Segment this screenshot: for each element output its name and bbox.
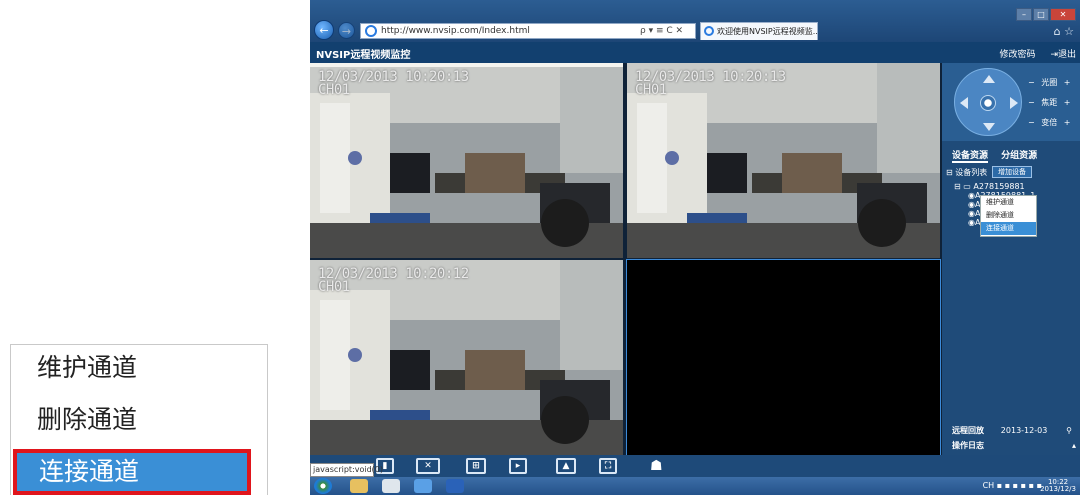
folder-icon[interactable]	[350, 479, 368, 493]
iris-label: 光圈	[1041, 78, 1058, 87]
app-title: NVSIP远程视频监控	[316, 50, 411, 61]
iris-minus-button[interactable]: −	[1028, 78, 1035, 87]
ie-logo-icon	[365, 25, 377, 37]
system-tray[interactable]: CH ▪ ▪ ▪ ▪ ▪ ▪	[983, 481, 1042, 490]
device-name: A278159881	[973, 182, 1025, 191]
zoom-menu-item-connect-channel[interactable]: 连接通道	[13, 449, 251, 495]
app-taskbar-icon[interactable]	[446, 479, 464, 493]
video-cell-4-empty[interactable]	[626, 259, 941, 456]
forward-button[interactable]: →	[338, 22, 355, 39]
status-bar: javascript:void(0)	[310, 463, 383, 477]
address-bar-tools[interactable]: ρ ▾ ≡ C ✕	[640, 23, 696, 39]
fullscreen-icon[interactable]: ⛶	[599, 458, 617, 474]
video-toolbar: ▮ ✕ ⊞ ▸ ▲ ⛶ ☗	[310, 455, 1080, 477]
remote-playback-label: 远程回放	[952, 426, 984, 435]
app-header: NVSIP远程视频监控 修改密码 ⇥退出	[310, 42, 1080, 63]
ptz-center-button[interactable]	[980, 95, 996, 111]
context-menu: 维护通道 删除通道 连接通道	[980, 195, 1037, 237]
zoom-label: 变倍	[1041, 118, 1058, 127]
video-overlay: 12/03/2013 10:20:13 CH01	[318, 70, 469, 98]
video-grid: 12/03/2013 10:20:13 CH01 12/03/2013 10:2…	[310, 63, 942, 456]
menu-item-maintain-channel[interactable]: 维护通道	[981, 196, 1036, 209]
language-indicator: CH	[982, 481, 995, 490]
tab-group-resources[interactable]: 分组资源	[1001, 151, 1037, 161]
menu-item-connect-channel[interactable]: 连接通道	[981, 222, 1036, 235]
ptz-control: − 光圈 + − 焦距 + − 变倍 +	[942, 63, 1080, 141]
change-password-link[interactable]: 修改密码	[1000, 50, 1036, 60]
browser-chrome: – □ ✕ ← → http://www.nvsip.com/Index.html …	[310, 0, 1080, 42]
arrow-down-icon[interactable]	[983, 123, 995, 131]
video-cell-3[interactable]: 12/03/2013 10:20:12 CH01	[310, 260, 623, 455]
ptz-iris-row: − 光圈 +	[1028, 77, 1080, 88]
add-device-button[interactable]: 增加设备	[992, 166, 1032, 178]
remote-playback-row[interactable]: 远程回放 2013-12-03 ⚲	[942, 423, 1080, 438]
playback-icon[interactable]: ▸	[509, 458, 527, 474]
zoom-menu-item-delete-channel[interactable]: 删除通道	[11, 397, 267, 443]
channel-label: CH01	[318, 82, 350, 98]
browser-tab[interactable]: 欢迎使用NVSIP远程视频监...	[700, 22, 818, 40]
ptz-focus-row: − 焦距 +	[1028, 97, 1080, 108]
minimize-button[interactable]: –	[1016, 8, 1032, 21]
start-button-icon[interactable]	[314, 478, 332, 494]
windows-taskbar: CH ▪ ▪ ▪ ▪ ▪ ▪ 10:22 2013/12/3	[310, 477, 1080, 495]
users-icon[interactable]: ☗	[650, 458, 663, 474]
focus-minus-button[interactable]: −	[1028, 98, 1035, 107]
panel-bottom-rows: 远程回放 2013-12-03 ⚲ 操作日志 ▴	[942, 423, 1080, 453]
close-all-icon[interactable]: ✕	[416, 458, 440, 474]
arrow-up-icon[interactable]	[983, 75, 995, 83]
zoom-plus-button[interactable]: +	[1064, 118, 1071, 127]
menu-item-delete-channel[interactable]: 删除通道	[981, 209, 1036, 222]
clock[interactable]: 10:22 2013/12/3	[1040, 479, 1076, 493]
back-button[interactable]: ←	[314, 20, 334, 40]
url-text: http://www.nvsip.com/Index.html	[381, 26, 530, 36]
arrow-left-icon[interactable]	[960, 97, 968, 109]
control-panel: − 光圈 + − 焦距 + − 变倍 + 设备资源 分组资源 ⊟ 设备列表 ⊟ …	[942, 63, 1080, 455]
logout-icon: ⇥	[1050, 50, 1058, 60]
search-icon[interactable]: ⚲	[1066, 423, 1072, 438]
video-cell-1[interactable]: 12/03/2013 10:20:13 CH01	[310, 63, 623, 258]
ptz-zoom-row: − 变倍 +	[1028, 117, 1080, 128]
ie-tab-icon	[704, 26, 714, 36]
tree-device-node[interactable]: ⊟ ▭ A278159881	[954, 182, 1078, 191]
monitor-icon: ▭	[963, 182, 971, 191]
tab-title: 欢迎使用NVSIP远程视频监...	[717, 27, 818, 36]
window-controls: – □ ✕	[1015, 2, 1076, 21]
application-screenshot: – □ ✕ ← → http://www.nvsip.com/Index.html …	[310, 0, 1080, 495]
tab-device-resources[interactable]: 设备资源	[952, 151, 989, 163]
operation-log-label: 操作日志	[952, 441, 984, 450]
header-actions: 修改密码 ⇥退出	[988, 47, 1076, 60]
zoom-minus-button[interactable]: −	[1028, 118, 1035, 127]
arrow-right-icon[interactable]	[1010, 97, 1018, 109]
clock-date: 2013/12/3	[1040, 485, 1076, 493]
logout-link[interactable]: ⇥退出	[1050, 50, 1076, 60]
snapshot-icon[interactable]: ▲	[556, 458, 576, 474]
video-overlay: 12/03/2013 10:20:12 CH01	[318, 267, 469, 295]
expand-icon[interactable]: ▴	[1072, 438, 1076, 453]
device-list-label: 设备列表	[955, 168, 988, 177]
maximize-button[interactable]: □	[1033, 8, 1049, 21]
focus-plus-button[interactable]: +	[1064, 98, 1071, 107]
focus-label: 焦距	[1041, 98, 1058, 107]
media-player-icon[interactable]	[382, 479, 400, 493]
video-cell-2[interactable]: 12/03/2013 10:20:13 CH01	[627, 63, 940, 258]
zoom-menu-item-maintain-channel[interactable]: 维护通道	[11, 345, 267, 391]
grid-layout-icon[interactable]: ⊞	[466, 458, 486, 474]
video-overlay: 12/03/2013 10:20:13 CH01	[635, 70, 786, 98]
channel-label: CH01	[318, 279, 350, 295]
zoomed-context-menu: 维护通道 删除通道 连接通道	[10, 344, 268, 495]
channel-label: CH01	[635, 82, 667, 98]
browser-toolbar-icons[interactable]: ⌂ ☆	[1054, 25, 1074, 38]
operation-log-row[interactable]: 操作日志 ▴	[942, 438, 1080, 453]
resource-tabs: 设备资源 分组资源	[942, 148, 1080, 163]
close-window-button[interactable]: ✕	[1050, 8, 1076, 21]
playback-date[interactable]: 2013-12-03	[1001, 426, 1048, 435]
ie-taskbar-icon[interactable]	[414, 479, 432, 493]
iris-plus-button[interactable]: +	[1064, 78, 1071, 87]
